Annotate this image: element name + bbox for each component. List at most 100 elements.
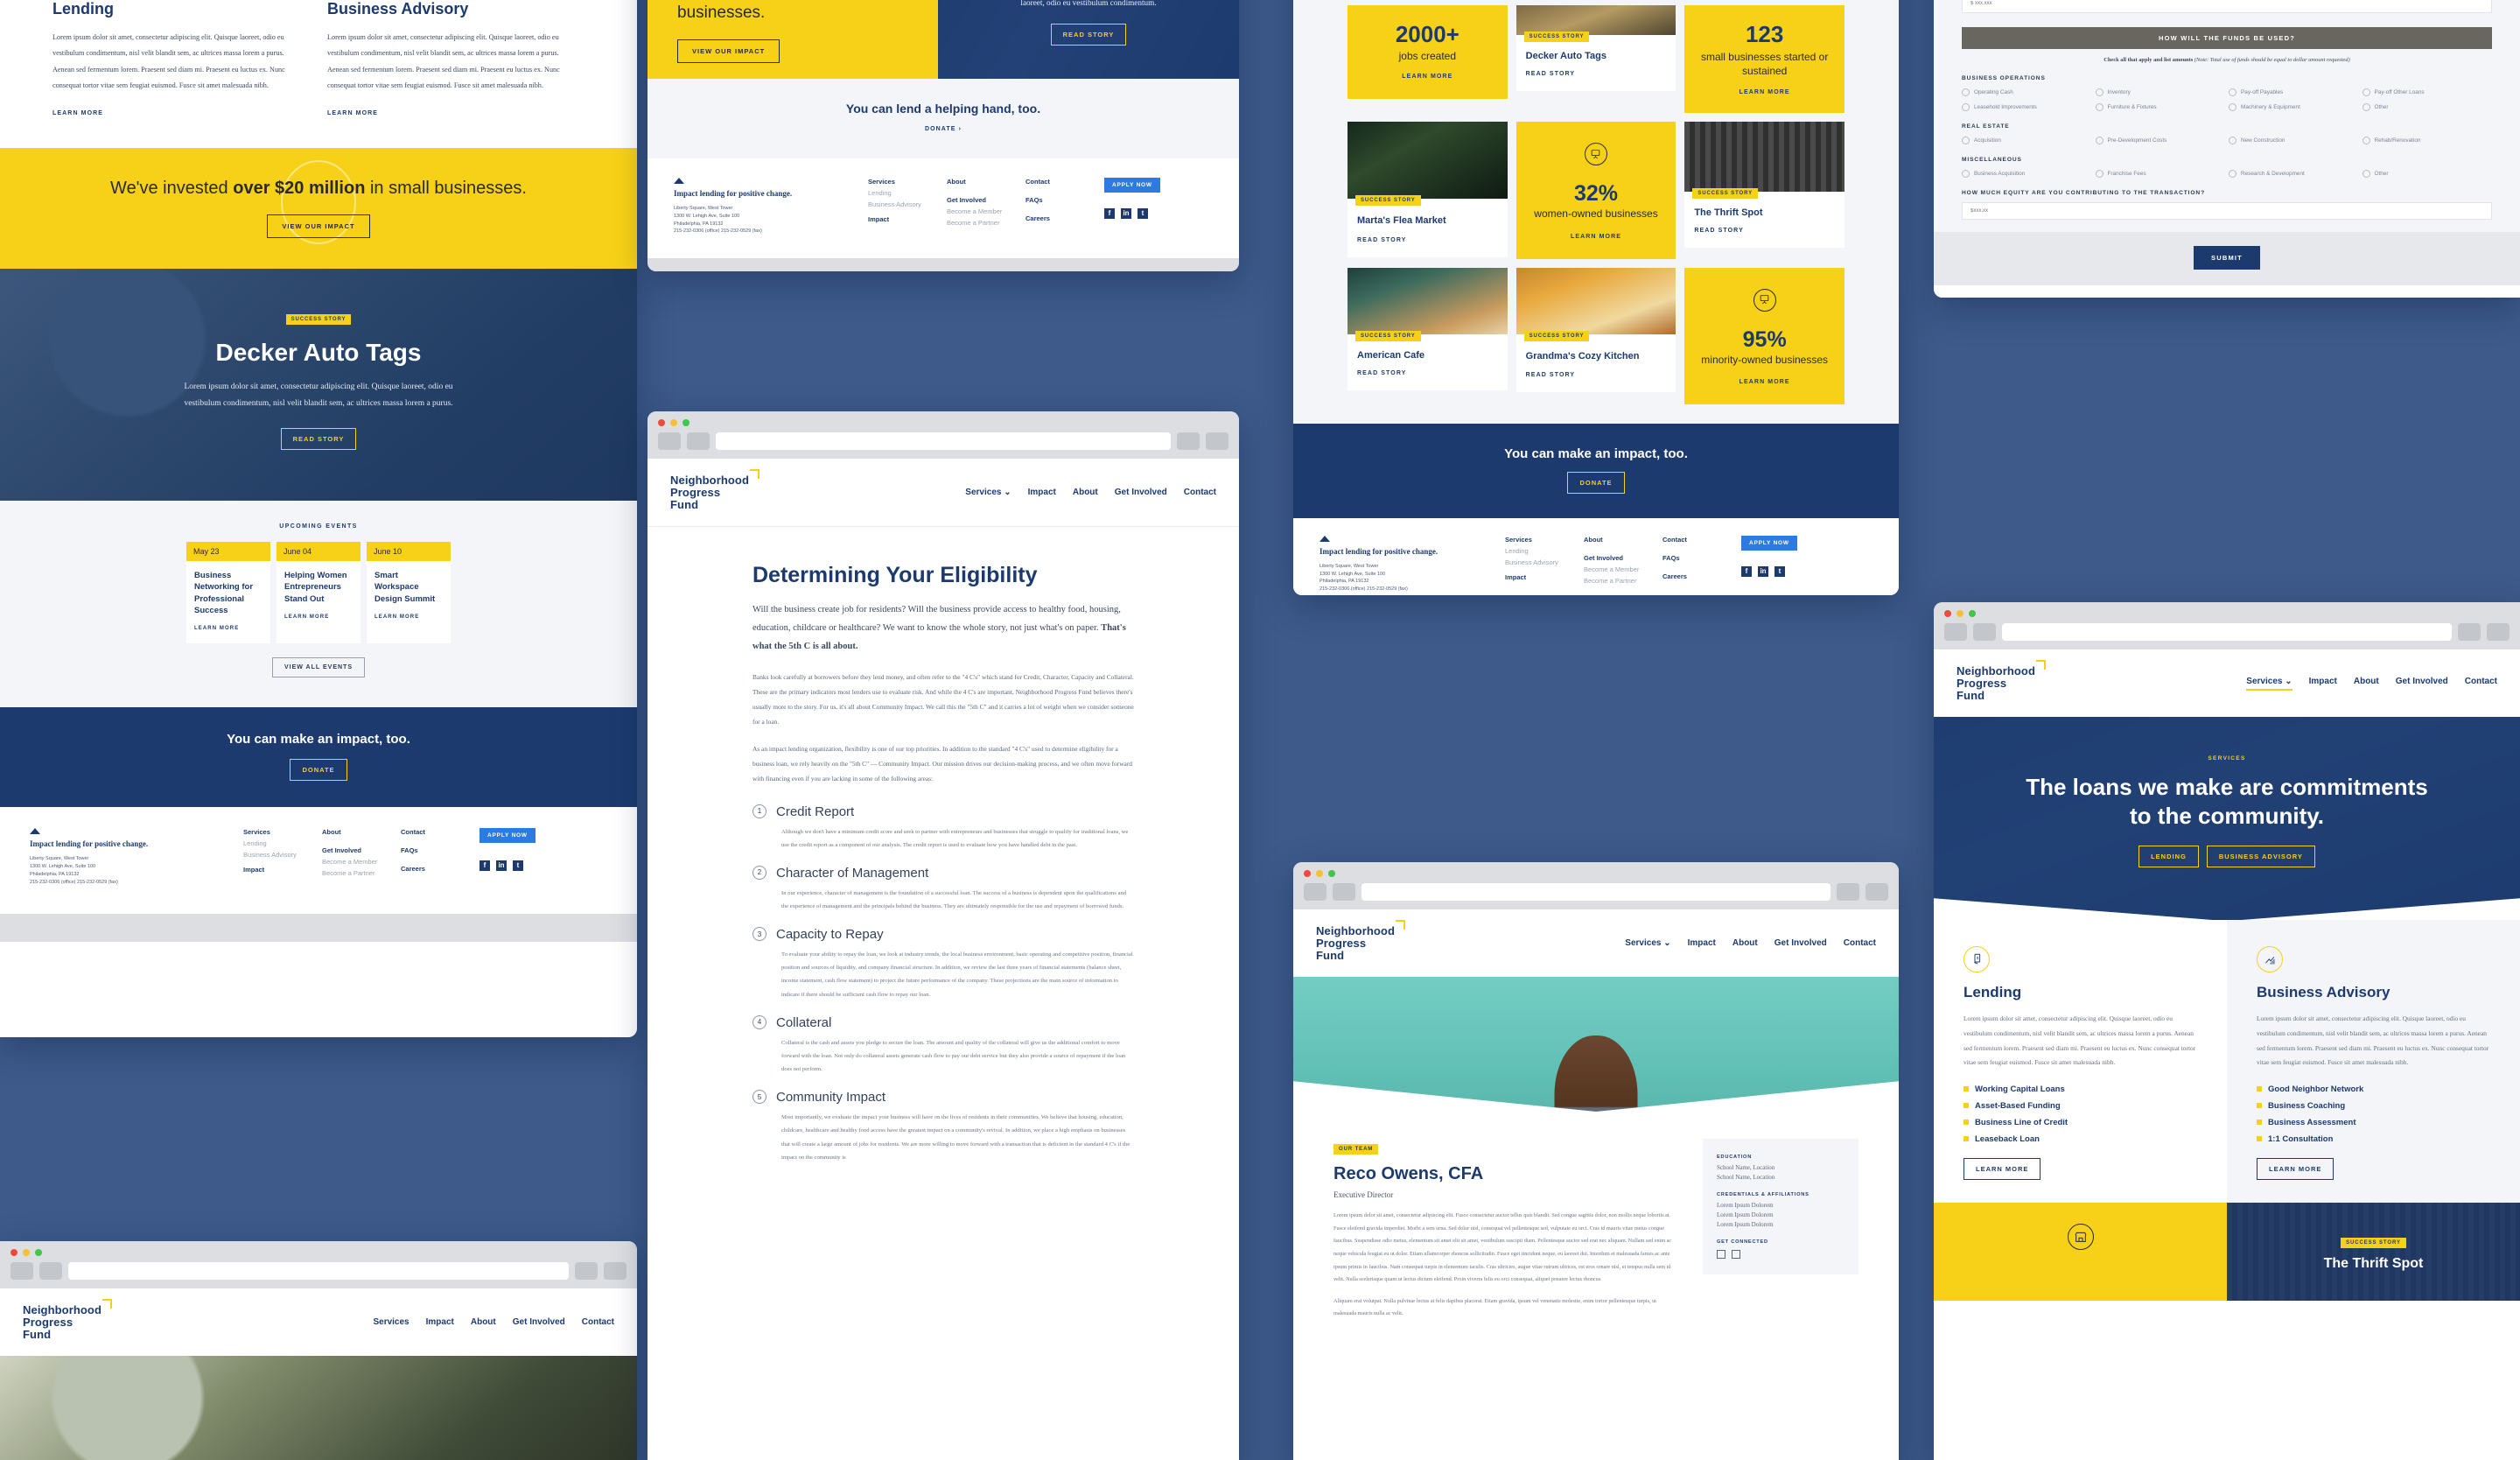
- learn-more-link[interactable]: LEARN MORE: [1695, 89, 1834, 95]
- minimize-dot[interactable]: [1956, 610, 1964, 617]
- footer-link[interactable]: Become a Partner: [947, 219, 1026, 227]
- donate-button[interactable]: DONATE: [1567, 471, 1625, 494]
- footer-head[interactable]: About: [947, 178, 1026, 186]
- option-other-ops[interactable]: Other: [2362, 103, 2493, 111]
- learn-more-button[interactable]: LEARN MORE: [2257, 1157, 2334, 1180]
- footer-head[interactable]: Get Involved: [1584, 554, 1662, 562]
- facebook-icon[interactable]: f: [1741, 565, 1752, 577]
- option-rehab-renovation[interactable]: Rehab/Renovation: [2362, 137, 2493, 144]
- footer-link[interactable]: Lending: [243, 839, 322, 847]
- option-pre-development-costs[interactable]: Pre-Development Costs: [2095, 137, 2226, 144]
- tabs-button[interactable]: [604, 1262, 626, 1280]
- event-card[interactable]: May 23 Business Networking for Professio…: [186, 542, 270, 644]
- footer-link[interactable]: Business Advisory: [1505, 558, 1584, 566]
- nav-item-get-involved[interactable]: Get Involved: [1115, 488, 1167, 497]
- radio-icon[interactable]: [2229, 170, 2236, 178]
- view-impact-button[interactable]: VIEW OUR IMPACT: [677, 39, 780, 64]
- radio-icon[interactable]: [1962, 103, 1970, 111]
- close-dot[interactable]: [1944, 610, 1951, 617]
- nav-item-get-involved[interactable]: Get Involved: [513, 1317, 565, 1327]
- close-dot[interactable]: [1304, 870, 1311, 877]
- radio-icon[interactable]: [2229, 88, 2236, 96]
- radio-icon[interactable]: [2095, 170, 2104, 178]
- close-dot[interactable]: [658, 419, 665, 426]
- impact-tile[interactable]: SUCCESS STORY Decker Auto Tags READ STOR…: [1516, 5, 1676, 91]
- option-furniture-fixtures[interactable]: Furniture & Fixtures: [2095, 103, 2226, 111]
- event-learn-more[interactable]: LEARN MORE: [374, 614, 443, 620]
- forward-button[interactable]: [687, 432, 710, 450]
- read-story-link[interactable]: READ STORY: [1526, 372, 1667, 378]
- learn-more-link[interactable]: LEARN MORE: [1695, 379, 1834, 385]
- share-button[interactable]: [1837, 883, 1859, 901]
- share-button[interactable]: [1177, 432, 1200, 450]
- view-all-events-button[interactable]: VIEW ALL EVENTS: [271, 657, 365, 678]
- address-bar[interactable]: [2002, 623, 2452, 641]
- share-button[interactable]: [575, 1262, 598, 1280]
- linkedin-icon[interactable]: in: [496, 860, 507, 872]
- radio-icon[interactable]: [1962, 88, 1970, 96]
- impact-tile[interactable]: 32% women-owned businesses LEARN MORE: [1516, 122, 1676, 259]
- nav-item-contact[interactable]: Contact: [582, 1317, 614, 1327]
- twitter-icon[interactable]: t: [1774, 565, 1785, 577]
- option-operating-cash[interactable]: Operating Cash: [1962, 88, 2092, 96]
- event-card[interactable]: June 10 Smart Workspace Design Summit LE…: [367, 542, 451, 644]
- footer-head[interactable]: Contact: [1662, 536, 1741, 544]
- tabs-button[interactable]: [1206, 432, 1228, 450]
- footer-head[interactable]: About: [1584, 536, 1662, 544]
- option-machinery-equipment[interactable]: Machinery & Equipment: [2229, 103, 2359, 111]
- option-business-acquisition[interactable]: Business Acquisition: [1962, 170, 2092, 178]
- minimize-dot[interactable]: [1316, 870, 1323, 877]
- submit-button[interactable]: SUBMIT: [2194, 246, 2260, 270]
- nav-item-about[interactable]: About: [471, 1317, 496, 1327]
- option-franchise-fees[interactable]: Franchise Fees: [2095, 170, 2226, 178]
- brand-logo[interactable]: Neighborhood Progress Fund: [1316, 920, 1406, 961]
- option-leasehold-improvements[interactable]: Leasehold Improvements: [1962, 103, 2092, 111]
- nav-item-contact[interactable]: Contact: [2465, 677, 2497, 691]
- facebook-icon[interactable]: f: [1104, 208, 1115, 219]
- maximize-dot[interactable]: [35, 1249, 42, 1256]
- loan-amount-input[interactable]: [1962, 0, 2492, 13]
- facebook-icon[interactable]: f: [480, 860, 490, 872]
- radio-icon[interactable]: [2362, 170, 2370, 178]
- radio-icon[interactable]: [2095, 137, 2104, 144]
- footer-head[interactable]: Services: [243, 828, 322, 836]
- read-story-link[interactable]: READ STORY: [1526, 71, 1667, 77]
- footer-head[interactable]: Contact: [401, 828, 480, 836]
- radio-icon[interactable]: [2229, 137, 2236, 144]
- footer-head[interactable]: Impact: [243, 866, 322, 874]
- footer-head[interactable]: FAQs: [1026, 196, 1104, 204]
- linkedin-icon[interactable]: in: [1121, 208, 1131, 219]
- option-research-development[interactable]: Research & Development: [2229, 170, 2359, 178]
- footer-head[interactable]: FAQs: [1662, 554, 1741, 562]
- nav-item-impact[interactable]: Impact: [1028, 488, 1056, 497]
- nav-item-services[interactable]: Services ⌄: [1625, 938, 1670, 948]
- tabs-button[interactable]: [1866, 883, 1888, 901]
- impact-tile[interactable]: SUCCESS STORY Marta's Flea Market READ S…: [1348, 122, 1508, 258]
- bottom-right-tile[interactable]: SUCCESS STORY The Thrift Spot: [2227, 1202, 2520, 1301]
- linkedin-icon[interactable]: [1717, 1250, 1726, 1260]
- back-button[interactable]: [1304, 883, 1326, 901]
- service-learn-more[interactable]: LEARN MORE: [52, 110, 298, 116]
- footer-head[interactable]: Impact: [1505, 573, 1584, 581]
- footer-link[interactable]: Become a Member: [947, 207, 1026, 215]
- mail-icon[interactable]: [1732, 1250, 1740, 1260]
- forward-button[interactable]: [1333, 883, 1355, 901]
- footer-link[interactable]: Lending: [1505, 547, 1584, 555]
- radio-icon[interactable]: [2362, 103, 2370, 111]
- nav-item-services[interactable]: Services ⌄: [2246, 677, 2292, 691]
- equity-input[interactable]: [1962, 202, 2492, 220]
- impact-tile[interactable]: 95% minority-owned businesses LEARN MORE: [1684, 267, 1844, 404]
- twitter-icon[interactable]: t: [1138, 208, 1148, 219]
- read-story-link[interactable]: READ STORY: [1357, 370, 1498, 376]
- read-story-button[interactable]: READ STORY: [280, 428, 357, 450]
- option-inventory[interactable]: Inventory: [2095, 88, 2226, 96]
- nav-item-services[interactable]: Services: [373, 1317, 409, 1327]
- twitter-icon[interactable]: t: [513, 860, 523, 872]
- footer-head[interactable]: FAQs: [401, 846, 480, 854]
- footer-link[interactable]: Become a Partner: [1584, 577, 1662, 585]
- maximize-dot[interactable]: [1328, 870, 1335, 877]
- option-other-misc[interactable]: Other: [2362, 170, 2493, 178]
- event-card[interactable]: June 04 Helping Women Entrepreneurs Stan…: [276, 542, 360, 644]
- event-learn-more[interactable]: LEARN MORE: [284, 614, 353, 620]
- radio-icon[interactable]: [1962, 170, 1970, 178]
